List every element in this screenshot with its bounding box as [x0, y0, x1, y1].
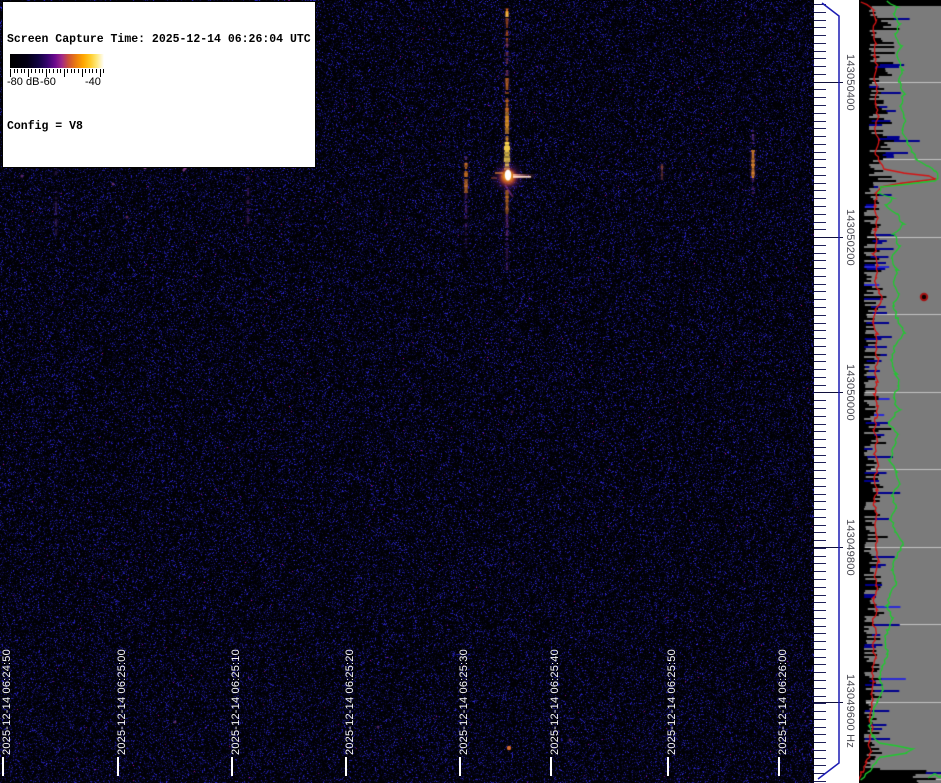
time-tick [231, 757, 233, 776]
time-tick-label: 2025-12-14 06:24:50 [1, 649, 13, 755]
frequency-axis: 143050400 143050200 143050000 143049800 1430… [814, 0, 859, 783]
color-scale-legend: -80 dB -60 -40 [5, 52, 112, 88]
time-tick-label: 2025-12-14 06:25:30 [458, 649, 470, 755]
colorbar-labels: -80 dB -60 -40 [5, 76, 112, 88]
time-tick-label: 2025-12-14 06:25:10 [230, 649, 242, 755]
time-tick-label: 2025-12-14 06:25:20 [344, 649, 356, 755]
time-tick-label: 2025-12-14 06:26:00 [777, 649, 789, 755]
colorbar-label-max: -40 [85, 76, 101, 88]
time-tick [117, 757, 119, 776]
time-tick [345, 757, 347, 776]
time-tick [2, 757, 4, 776]
spectrum-monitor-window: 2025-12-14 06:24:50 2025-12-14 06:25:00 20… [0, 0, 941, 783]
spectrum-side-panel [859, 0, 941, 783]
config-text: Config = V8 [7, 120, 83, 133]
time-tick-label: 2025-12-14 06:25:00 [116, 649, 128, 755]
colorbar-label-mid: -60 [40, 76, 56, 88]
time-tick [778, 757, 780, 776]
freq-axis-bracket [817, 2, 840, 780]
time-tick [667, 757, 669, 776]
capture-time-text: Screen Capture Time: 2025-12-14 06:26:04… [7, 33, 311, 46]
time-tick [459, 757, 461, 776]
time-tick-label: 2025-12-14 06:25:50 [666, 649, 678, 755]
colorbar-label-min: -80 dB [7, 76, 40, 88]
time-tick [550, 757, 552, 776]
colorbar-gradient [10, 54, 104, 68]
time-tick-label: 2025-12-14 06:25:40 [549, 649, 561, 755]
